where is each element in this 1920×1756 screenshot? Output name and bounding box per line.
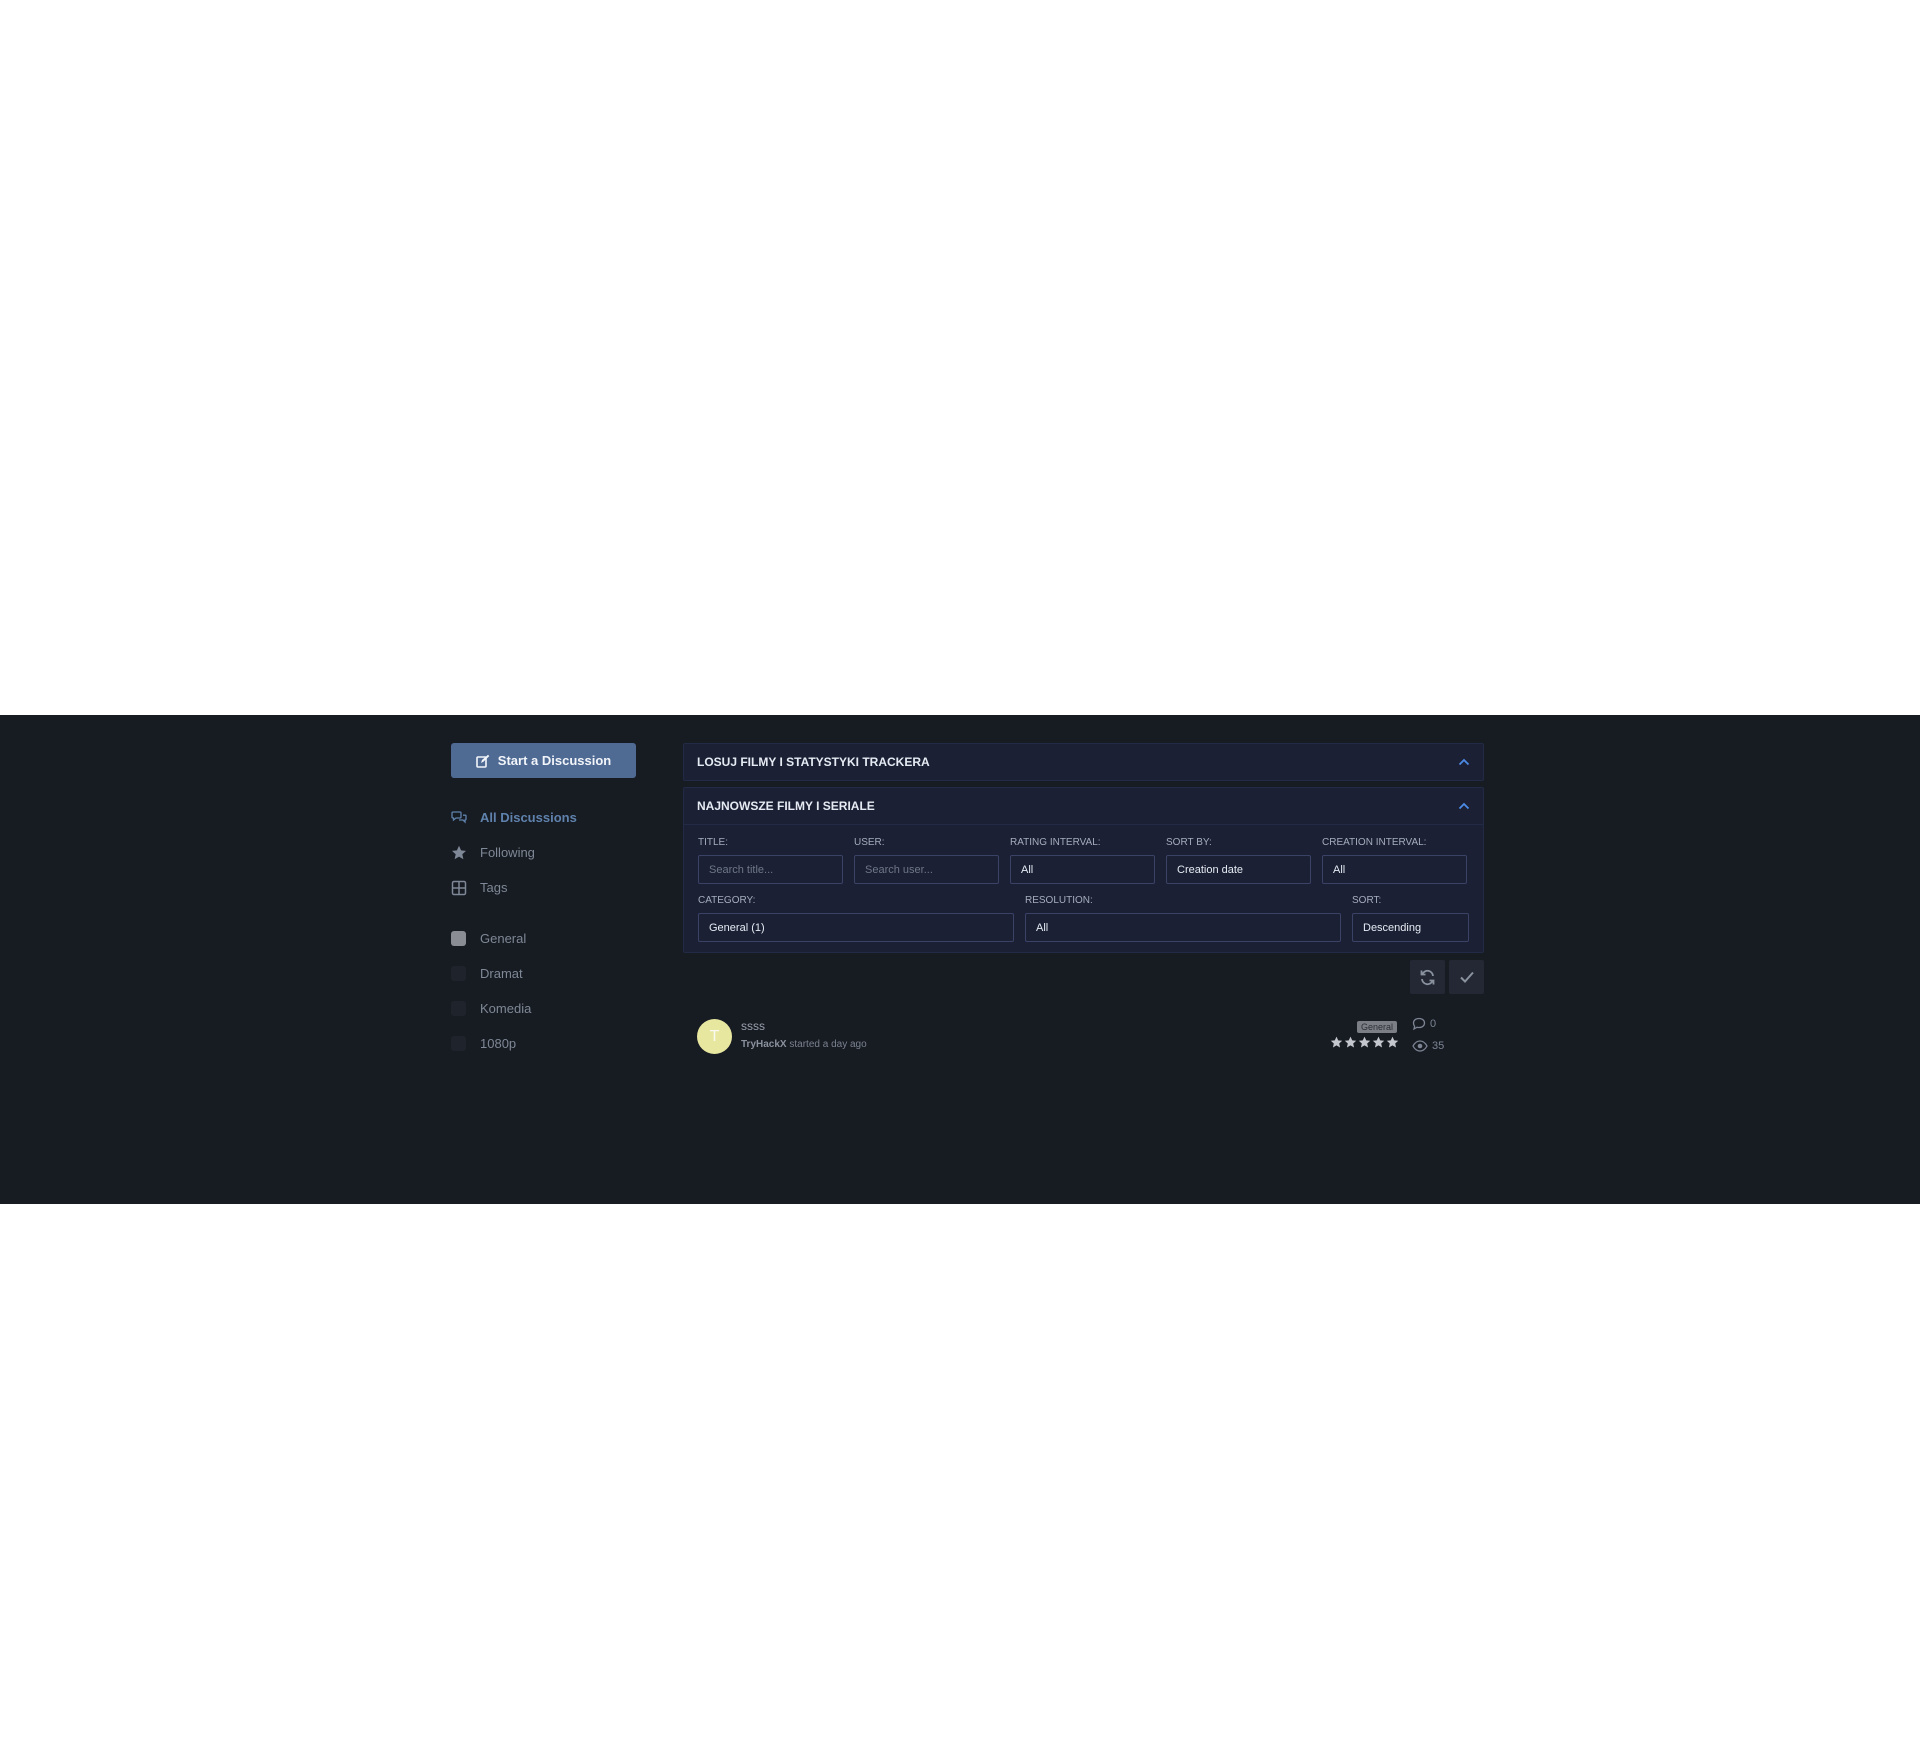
- star-icon: [1358, 1036, 1371, 1048]
- tag-1080p[interactable]: 1080p: [451, 1026, 636, 1061]
- star-icon: [1386, 1036, 1399, 1048]
- sort-order-select[interactable]: Descending: [1352, 913, 1469, 942]
- start-discussion-label: Start a Discussion: [497, 753, 612, 768]
- panel-title: NAJNOWSZE FILMY I SERIALE: [697, 799, 875, 813]
- tag-color-swatch: [451, 966, 466, 981]
- tag-color-swatch: [451, 1036, 466, 1051]
- resolution-select[interactable]: All: [1025, 913, 1341, 942]
- creation-filter-label: CREATION INTERVAL:: [1322, 837, 1427, 848]
- tag-label: 1080p: [480, 1036, 517, 1051]
- tag-label: General: [480, 931, 527, 946]
- creation-filter: CREATION INTERVAL: All: [1322, 837, 1467, 884]
- apply-filters-button[interactable]: [1449, 960, 1484, 994]
- comments-value: 0: [1430, 1018, 1437, 1030]
- discussion-title[interactable]: ssss: [741, 1019, 765, 1033]
- rating-filter: RATING INTERVAL: All: [1010, 837, 1155, 884]
- user-filter-label: USER:: [854, 837, 885, 848]
- title-search-input[interactable]: Search title...: [698, 855, 843, 884]
- rating-filter-label: RATING INTERVAL:: [1010, 837, 1101, 848]
- nav-following[interactable]: Following: [451, 835, 636, 870]
- chevron-up-icon[interactable]: [1458, 758, 1470, 766]
- resolution-filter: RESOLUTION: All: [1025, 895, 1341, 942]
- star-icon: [1344, 1036, 1357, 1048]
- sortby-filter-label: SORT BY:: [1166, 837, 1212, 848]
- nav-label: Following: [480, 845, 535, 860]
- rating-stars: [1330, 1036, 1399, 1049]
- latest-panel-header[interactable]: NAJNOWSZE FILMY I SERIALE: [684, 788, 1483, 824]
- chevron-up-icon[interactable]: [1458, 802, 1470, 810]
- avatar[interactable]: T: [697, 1019, 732, 1054]
- tag-general[interactable]: General: [451, 921, 636, 956]
- tag-dramat[interactable]: Dramat: [451, 956, 636, 991]
- user-filter: USER: Search user...: [854, 837, 999, 884]
- tags-grid-icon: [451, 880, 467, 896]
- sort-filter-label: SORT:: [1352, 895, 1382, 906]
- check-icon: [1459, 971, 1474, 983]
- nav-label: All Discussions: [480, 810, 577, 825]
- discussion-started: started a day ago: [789, 1039, 867, 1050]
- nav-label: Tags: [480, 880, 508, 895]
- views-count: 35: [1412, 1040, 1444, 1052]
- tag-color-swatch: [451, 1001, 466, 1016]
- edit-icon: [475, 754, 490, 768]
- rating-interval-select[interactable]: All: [1010, 855, 1155, 884]
- discussion-list-item[interactable]: T ssss TryHackX started a day ago Genera…: [683, 1010, 1484, 1070]
- random-stats-panel-header[interactable]: LOSUJ FILMY I STATYSTYKI TRACKERA: [684, 744, 1483, 780]
- sort-by-select[interactable]: Creation date: [1166, 855, 1311, 884]
- panel-title: LOSUJ FILMY I STATYSTYKI TRACKERA: [697, 755, 930, 769]
- creation-interval-select[interactable]: All: [1322, 855, 1467, 884]
- comments-count: 0: [1412, 1017, 1436, 1031]
- main-nav: All Discussions Following Tags: [451, 800, 636, 905]
- star-icon: [1372, 1036, 1385, 1048]
- tag-list: General Dramat Komedia 1080p: [451, 921, 636, 1061]
- sidebar: Start a Discussion All Discussions Follo…: [451, 743, 636, 1061]
- tag-badge[interactable]: General: [1357, 1021, 1398, 1033]
- title-filter: TITLE: Search title...: [698, 837, 843, 884]
- tag-komedia[interactable]: Komedia: [451, 991, 636, 1026]
- filters-form: TITLE: Search title... USER: Search user…: [684, 824, 1483, 952]
- nav-tags[interactable]: Tags: [451, 870, 636, 905]
- user-search-input[interactable]: Search user...: [854, 855, 999, 884]
- sort-filter: SORT: Descending: [1352, 895, 1469, 942]
- eye-icon: [1412, 1040, 1428, 1052]
- sortby-filter: SORT BY: Creation date: [1166, 837, 1311, 884]
- tag-label: Komedia: [480, 1001, 532, 1016]
- discussion-author[interactable]: TryHackX: [741, 1039, 787, 1050]
- tag-label: Dramat: [480, 966, 523, 981]
- views-value: 35: [1432, 1040, 1445, 1052]
- latest-panel: NAJNOWSZE FILMY I SERIALE TITLE: Search …: [683, 787, 1484, 953]
- title-filter-label: TITLE:: [698, 837, 729, 848]
- discussions-icon: [451, 810, 467, 826]
- category-select[interactable]: General (1): [698, 913, 1014, 942]
- discussion-meta: TryHackX started a day ago: [741, 1039, 867, 1050]
- star-icon: [451, 845, 467, 861]
- star-icon: [1330, 1036, 1343, 1048]
- main-content: LOSUJ FILMY I STATYSTYKI TRACKERA NAJNOW…: [683, 743, 1484, 1070]
- resolution-filter-label: RESOLUTION:: [1025, 895, 1093, 906]
- refresh-icon: [1420, 969, 1435, 985]
- start-discussion-button[interactable]: Start a Discussion: [451, 743, 636, 778]
- random-stats-panel: LOSUJ FILMY I STATYSTYKI TRACKERA: [683, 743, 1484, 781]
- tag-color-swatch: [451, 931, 466, 946]
- category-filter: CATEGORY: General (1): [698, 895, 1014, 942]
- category-filter-label: CATEGORY:: [698, 895, 756, 906]
- reset-filters-button[interactable]: [1410, 960, 1445, 994]
- comment-icon: [1412, 1017, 1426, 1031]
- app-content: Start a Discussion All Discussions Follo…: [0, 715, 1920, 1204]
- nav-all-discussions[interactable]: All Discussions: [451, 800, 636, 835]
- filter-actions: [683, 960, 1484, 994]
